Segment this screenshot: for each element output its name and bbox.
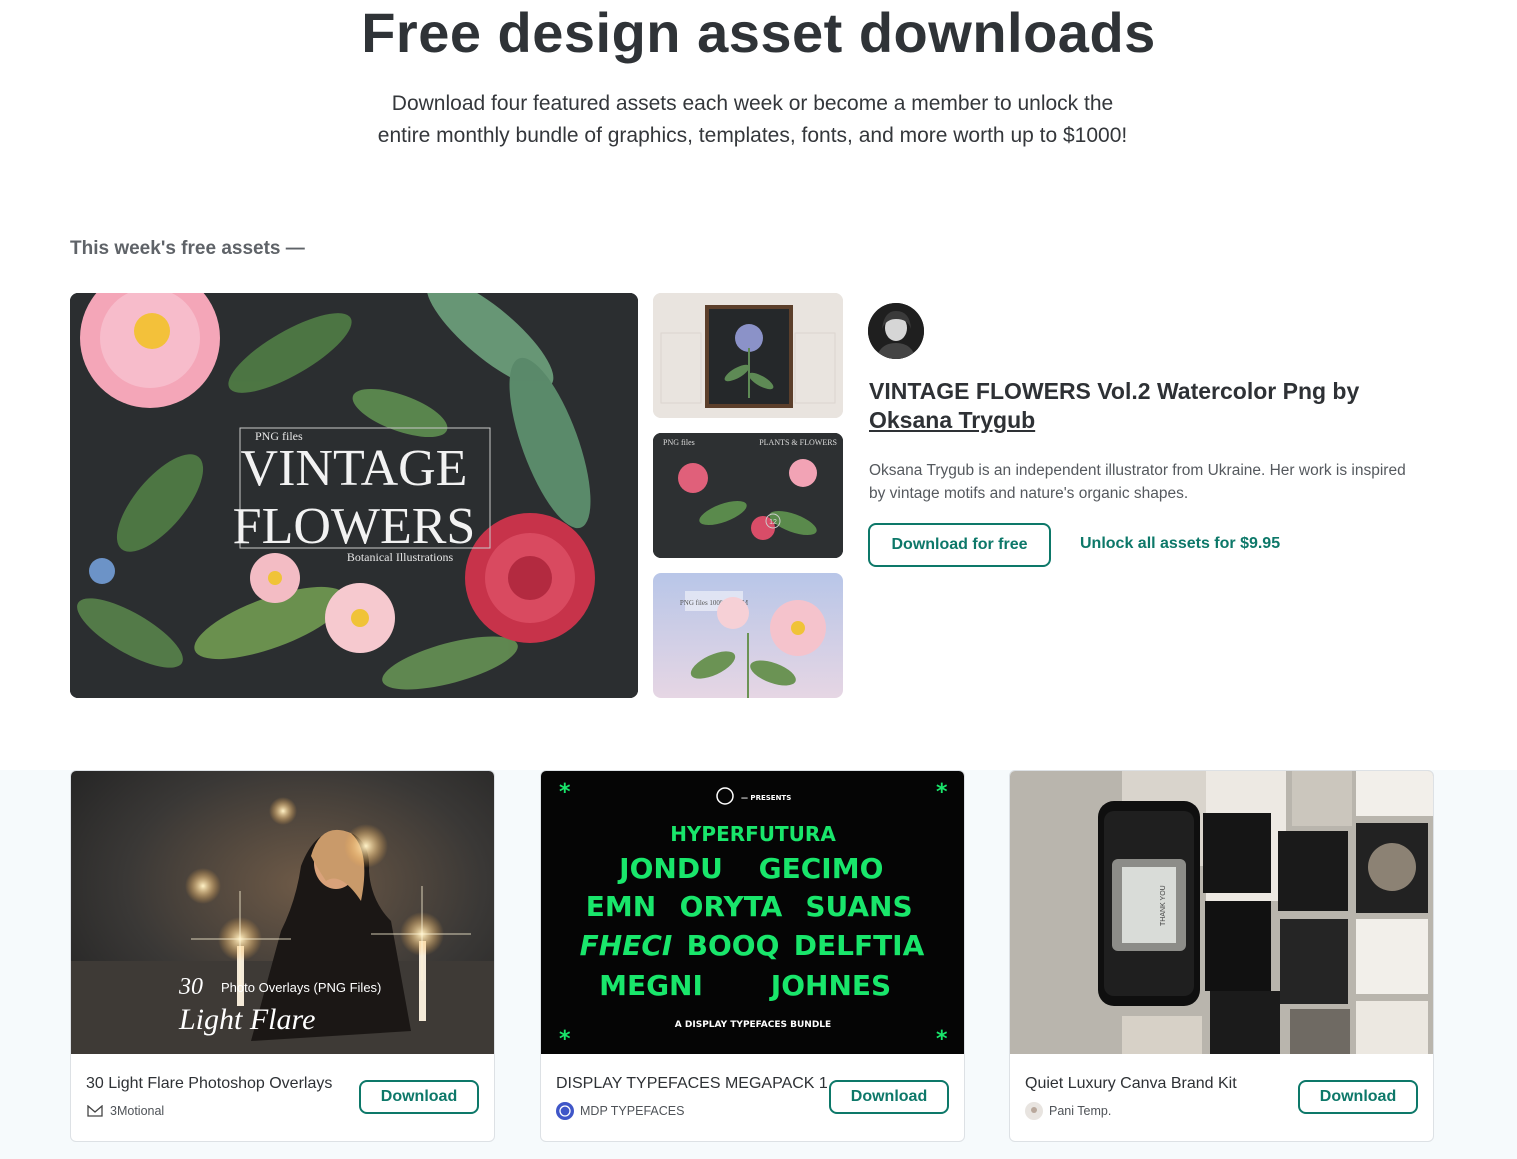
download-button[interactable]: Download <box>829 1080 949 1114</box>
font-name-8: BOOQ <box>687 929 780 962</box>
overlay-count: 30 <box>178 974 203 1000</box>
card-author-name: MDP TYPEFACES <box>580 1104 685 1118</box>
thumb2-left-label: PNG files <box>663 438 695 447</box>
page-subtitle: Download four featured assets each week … <box>330 88 1175 152</box>
page-title: Free design asset downloads <box>361 1 1156 64</box>
asterisk-icon: * <box>559 1027 571 1052</box>
font-name-9: DELFTIA <box>794 929 925 962</box>
font-name-5: ORYTA <box>680 890 783 923</box>
card-author[interactable]: MDP TYPEFACES <box>556 1102 684 1120</box>
overlay-script: Light Flare <box>178 1003 315 1036</box>
unlock-all-assets-link[interactable]: Unlock all assets for $9.95 <box>1080 535 1280 553</box>
card-author-name: Pani Temp. <box>1049 1104 1112 1118</box>
download-button[interactable]: Download <box>1298 1080 1418 1114</box>
card-title[interactable]: 30 Light Flare Photoshop Overlays <box>86 1075 332 1093</box>
card-author[interactable]: 3Motional <box>86 1102 164 1120</box>
asset-title-text: VINTAGE FLOWERS Vol.2 Watercolor Png by <box>869 378 1360 404</box>
main-image-caption: Botanical Illustrations <box>347 550 454 564</box>
card-image-display-typefaces[interactable]: * * * * — PRESENTS HYPERFUTURA JONDU GEC… <box>541 771 964 1054</box>
featured-main-image[interactable]: PNG files VINTAGE FLOWERS Botanical Illu… <box>70 293 638 698</box>
card-author[interactable]: Pani Temp. <box>1025 1102 1111 1120</box>
font-name-7: FHECI <box>580 929 673 962</box>
presents-label: — PRESENTS <box>741 794 791 802</box>
font-name-2: JONDU <box>617 852 723 885</box>
mdp-typefaces-avatar-icon <box>556 1102 574 1120</box>
featured-thumbnail-2[interactable]: PNG files PLANTS & FLOWERS 12 <box>653 433 843 558</box>
subtitle-line-1: Download four featured assets each week … <box>391 92 1114 115</box>
font-name-3: GECIMO <box>759 852 884 885</box>
card-image-light-flare[interactable]: 30 Photo Overlays (PNG Files) Light Flar… <box>71 771 494 1054</box>
author-avatar[interactable] <box>868 303 924 359</box>
card-title[interactable]: DISPLAY TYPEFACES MEGAPACK 1 <box>556 1075 828 1093</box>
asset-card-light-flare[interactable]: 30 Photo Overlays (PNG Files) Light Flar… <box>70 770 495 1142</box>
download-for-free-button[interactable]: Download for free <box>868 523 1051 567</box>
subtitle-line-2: entire monthly bundle of graphics, templ… <box>377 124 1128 147</box>
main-image-line1: VINTAGE <box>241 440 468 497</box>
phone-text: THANK YOU <box>1160 885 1167 926</box>
main-image-line2: FLOWERS <box>233 498 476 555</box>
thumb2-right-label: PLANTS & FLOWERS <box>759 438 837 447</box>
asset-card-display-typefaces[interactable]: * * * * — PRESENTS HYPERFUTURA JONDU GEC… <box>540 770 965 1142</box>
featured-thumbnail-3[interactable]: PNG files 100% ZOOM <box>653 573 843 698</box>
3motional-logo-icon <box>86 1102 104 1120</box>
font-name-4: EMN <box>586 890 656 923</box>
thumb2-badge: 12 <box>769 519 777 526</box>
asset-description: Oksana Trygub is an independent illustra… <box>869 462 1406 502</box>
font-name-10: MEGNI <box>599 969 703 1002</box>
card-author-name: 3Motional <box>110 1104 165 1118</box>
asterisk-icon: * <box>559 780 571 805</box>
font-name-6: SUANS <box>805 890 912 923</box>
font-name-11: JOHNES <box>769 969 891 1002</box>
font-name-1: HYPERFUTURA <box>670 822 836 846</box>
asterisk-icon: * <box>936 780 948 805</box>
asterisk-icon: * <box>936 1027 948 1052</box>
download-button[interactable]: Download <box>359 1080 479 1114</box>
featured-thumbnail-1[interactable] <box>653 293 843 418</box>
overlay-text: Photo Overlays (PNG Files) <box>221 980 381 995</box>
section-label: This week's free assets — <box>70 238 305 259</box>
pani-temp-avatar-icon <box>1025 1102 1043 1120</box>
asset-card-quiet-luxury[interactable]: THANK YOU Quiet Luxury Canva Brand Kit P… <box>1009 770 1434 1142</box>
card-title[interactable]: Quiet Luxury Canva Brand Kit <box>1025 1075 1237 1093</box>
card-image-quiet-luxury[interactable]: THANK YOU <box>1010 771 1433 1054</box>
asset-title: VINTAGE FLOWERS Vol.2 Watercolor Png by … <box>869 377 1429 435</box>
bundle-label: A DISPLAY TYPEFACES BUNDLE <box>675 1020 831 1030</box>
author-link[interactable]: Oksana Trygub <box>869 407 1035 433</box>
